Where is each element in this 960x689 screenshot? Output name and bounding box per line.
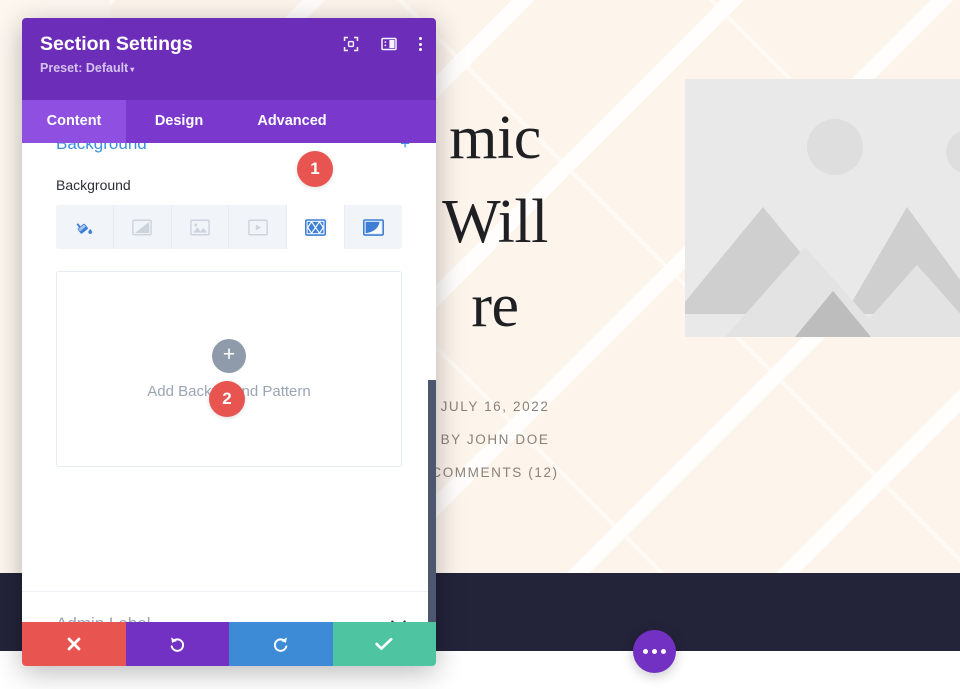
step-badge-2: 2 [209,381,245,417]
caret-down-icon: ▾ [130,65,135,74]
panel-action-bar [22,622,436,666]
dot [419,48,422,51]
background-pattern-icon[interactable] [287,205,345,249]
tab-design[interactable]: Design [126,100,232,143]
background-image-icon[interactable] [171,205,229,249]
focus-icon[interactable] [343,36,359,52]
chevron-down-icon [391,619,406,622]
ellipsis-horizontal-icon [652,649,657,654]
step-badge-1: 1 [297,151,333,187]
layout-panel-icon[interactable] [381,36,397,52]
background-section-heading[interactable]: Background + [22,143,436,159]
panel-header-icons [343,36,422,52]
background-color-icon[interactable] [56,205,113,249]
ellipsis-horizontal-icon [643,649,648,654]
save-button[interactable] [332,622,436,666]
panel-tabs: Content Design Advanced [22,100,436,143]
image-placeholder-icon [685,119,960,337]
undo-button[interactable] [125,622,229,666]
dot [419,42,422,46]
section-settings-modal: Section Settings Preset: Default ▾ Conte… [22,18,436,666]
background-field-label: Background [56,177,131,193]
panel-scrollbar[interactable] [428,380,436,622]
check-icon [375,637,393,650]
close-icon [67,637,81,651]
expand-icon: + [400,143,410,153]
featured-image-placeholder [685,79,960,337]
page-settings-fab[interactable] [633,630,676,673]
background-field: Background [22,159,436,249]
more-options-icon[interactable] [419,37,422,51]
add-background-pattern-dropzone[interactable]: + Add Background Pattern [56,271,402,467]
redo-icon [273,637,288,652]
tab-advanced[interactable]: Advanced [232,100,352,143]
tab-content[interactable]: Content [22,100,126,143]
admin-label-row[interactable]: Admin Label [22,591,436,622]
dot [419,37,422,40]
preset-selector[interactable]: Preset: Default ▾ [40,61,418,75]
plus-icon: + [212,338,246,373]
cancel-button[interactable] [22,622,126,666]
undo-icon [170,637,185,652]
background-section-title: Background [56,143,147,153]
panel-header: Section Settings Preset: Default ▾ [22,18,436,100]
preset-label: Preset: Default [40,61,129,75]
background-mask-icon[interactable] [345,205,402,249]
redo-button[interactable] [229,622,333,666]
background-gradient-icon[interactable] [113,205,171,249]
background-video-icon[interactable] [229,205,287,249]
background-type-toolbar [56,205,402,249]
admin-label-text: Admin Label [56,614,151,622]
ellipsis-horizontal-icon [661,649,666,654]
